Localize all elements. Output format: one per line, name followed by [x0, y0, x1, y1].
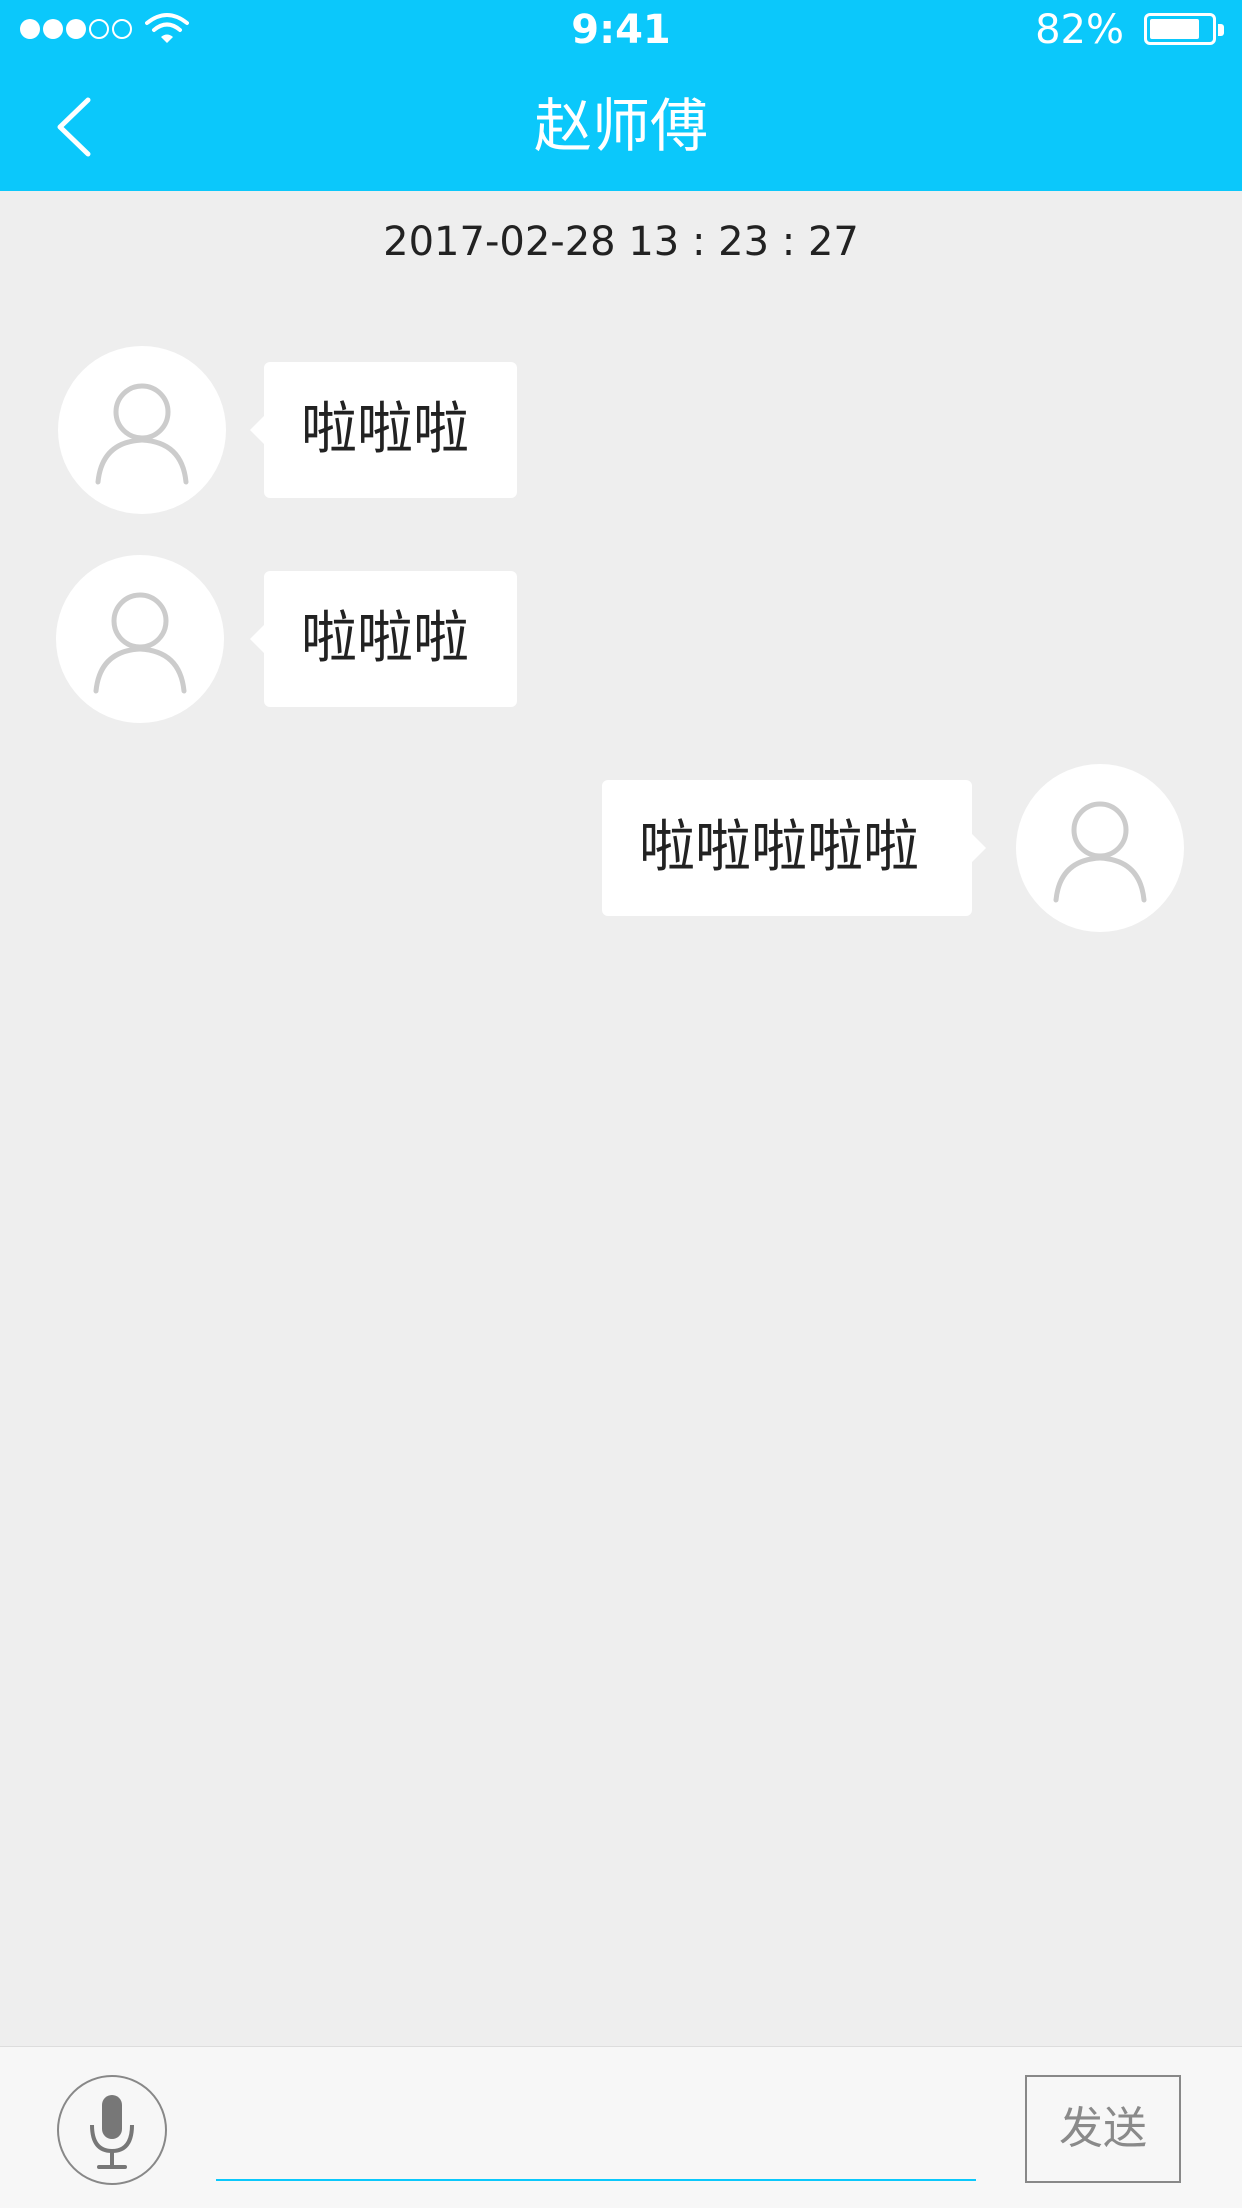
- status-bar: 9:41 82%: [0, 0, 1242, 60]
- message-text: 啦啦啦啦啦: [639, 815, 919, 880]
- avatar[interactable]: [56, 555, 224, 723]
- navigation-header: 9:41 82% 赵师傅: [0, 0, 1242, 191]
- send-button[interactable]: 发送: [1025, 2075, 1181, 2183]
- message-text: 啦啦啦: [301, 397, 469, 462]
- microphone-icon: [90, 2095, 134, 2169]
- voice-input-button[interactable]: [57, 2075, 167, 2185]
- message-bubble[interactable]: 啦啦啦啦啦: [602, 780, 986, 916]
- input-underline: [216, 2179, 976, 2181]
- page-title: 赵师傅: [533, 92, 708, 160]
- message-input[interactable]: [216, 2095, 980, 2177]
- message-bubble[interactable]: 啦啦啦: [250, 362, 517, 498]
- battery-cap: [1218, 24, 1224, 36]
- battery-icon: [1144, 13, 1224, 45]
- user-avatar-icon: [1053, 801, 1147, 903]
- message-bubble[interactable]: 啦啦啦: [250, 571, 517, 707]
- battery-fill: [1150, 19, 1199, 39]
- user-avatar-icon: [95, 383, 189, 485]
- message-timestamp: 2017-02-28 13 : 23 : 27: [383, 219, 859, 265]
- avatar[interactable]: [1016, 764, 1184, 932]
- battery-percentage: 82%: [1035, 7, 1124, 53]
- user-avatar-icon: [93, 592, 187, 694]
- message-text: 啦啦啦: [301, 606, 469, 671]
- avatar[interactable]: [58, 346, 226, 514]
- message-composer: 发送: [0, 2046, 1242, 2208]
